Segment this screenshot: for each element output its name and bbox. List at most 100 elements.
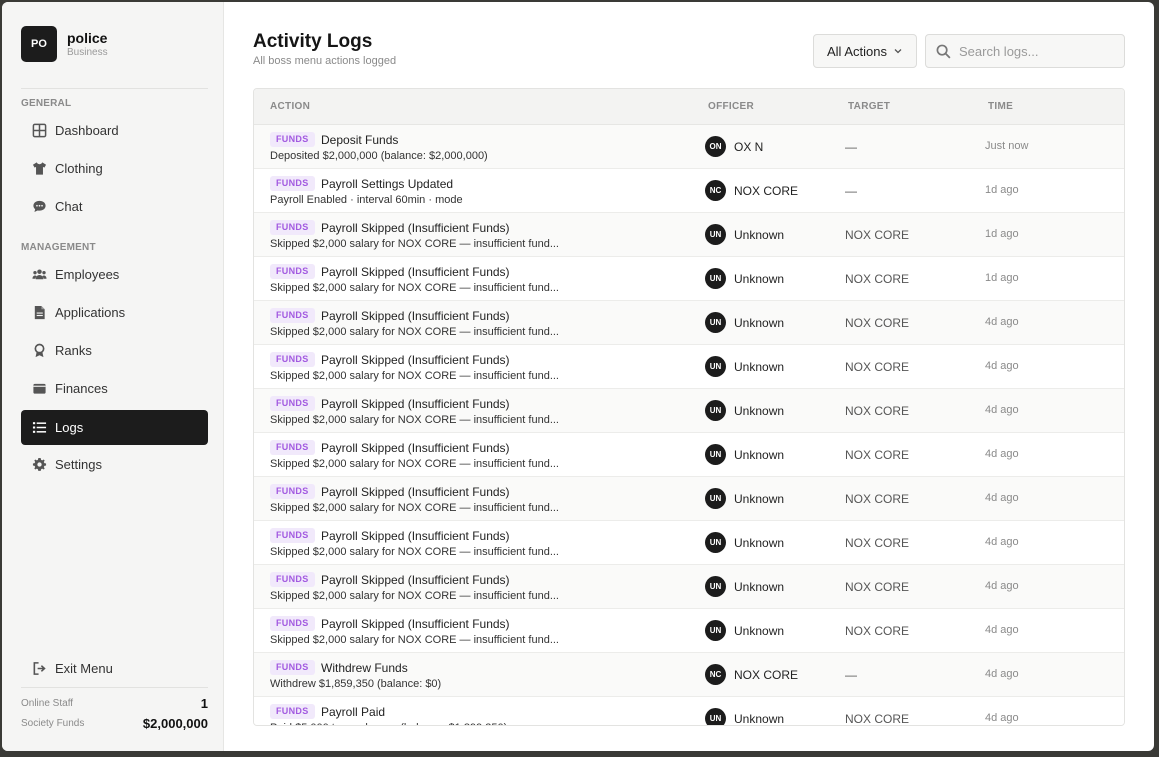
divider [21,687,208,688]
avatar: UN [705,224,726,245]
page-title: Activity Logs [253,31,373,52]
target-cell: NOX CORE [845,580,910,594]
category-badge: FUNDS [270,484,315,499]
online-staff-label: Online Staff [21,698,74,709]
category-badge: FUNDS [270,396,315,411]
category-badge: FUNDS [270,572,315,587]
officer-cell: ON OX N [705,136,763,157]
category-badge: FUNDS [270,528,315,543]
action-filter-dropdown[interactable]: All Actions [813,34,917,68]
action-description: Paid $5,000 to employees (balance: $1,89… [270,722,507,725]
table-row[interactable]: FUNDS Payroll Skipped (Insufficient Funds… [254,477,1124,521]
officer-name: Unknown [734,623,785,638]
officer-name: Unknown [734,491,785,506]
officer-name: NOX CORE [734,183,799,198]
officer-name: Unknown [734,315,785,330]
sidebar-item-chat[interactable]: Chat [21,189,208,224]
column-header-target: TARGET [848,101,891,112]
time-cell: 1d ago [985,228,1019,240]
officer-cell: NC NOX CORE [705,664,798,685]
sidebar-item-dashboard[interactable]: Dashboard [21,113,208,148]
action-title: Payroll Paid [321,705,386,719]
time-cell: Just now [985,140,1029,152]
table-row[interactable]: FUNDS Payroll Skipped (Insufficient Funds… [254,257,1124,301]
officer-cell: UN Unknown [705,576,784,597]
officer-cell: UN Unknown [705,400,784,421]
time-cell: 4d ago [985,316,1019,328]
table-row[interactable]: FUNDS Payroll Skipped (Insufficient Funds… [254,301,1124,345]
table-row[interactable]: FUNDS Payroll Skipped (Insufficient Funds… [254,345,1124,389]
exit-icon [31,661,47,677]
officer-name: OX N [734,139,764,154]
table-row[interactable]: FUNDS Payroll Skipped (Insufficient Funds… [254,521,1124,565]
society-funds-stat: Society Funds $2,000,000 [21,716,208,731]
action-title: Payroll Settings Updated [321,177,454,191]
table-row[interactable]: FUNDS Withdrew Funds Withdrew $1,859,350 (… [254,653,1124,697]
time-cell: 1d ago [985,184,1019,196]
time-cell: 4d ago [985,492,1019,504]
officer-cell: UN Unknown [705,488,784,509]
sidebar-item-label: Ranks [55,343,92,358]
sidebar-item-ranks[interactable]: Ranks [21,333,208,368]
boss-menu-window: PO police Business GENERAL Dashboard Clo… [2,2,1154,751]
action-description: Skipped $2,000 salary for NOX CORE — ins… [270,502,559,514]
sidebar-item-applications[interactable]: Applications [21,295,208,330]
search-box[interactable] [925,34,1125,68]
officer-cell: UN Unknown [705,708,784,725]
action-description: Skipped $2,000 salary for NOX CORE — ins… [270,414,559,426]
exit-menu-button[interactable]: Exit Menu [21,651,208,686]
main-content: Activity Logs All boss menu actions logg… [224,2,1154,751]
table-row[interactable]: FUNDS Payroll Skipped (Insufficient Funds… [254,609,1124,653]
sidebar-item-label: Logs [55,420,84,435]
officer-name: NOX CORE [734,667,799,682]
time-cell: 4d ago [985,360,1019,372]
target-cell: NOX CORE [845,536,910,550]
sidebar: PO police Business GENERAL Dashboard Clo… [2,2,224,751]
action-description: Skipped $2,000 salary for NOX CORE — ins… [270,546,559,558]
divider [21,88,208,89]
sidebar-item-employees[interactable]: Employees [21,257,208,292]
sidebar-item-finances[interactable]: Finances [21,371,208,406]
gear-icon [31,457,47,473]
sidebar-item-label: Applications [55,305,126,320]
target-cell: NOX CORE [845,448,910,462]
officer-name: Unknown [734,447,785,462]
sidebar-item-label: Dashboard [55,123,119,138]
table-row[interactable]: FUNDS Payroll Skipped (Insufficient Funds… [254,433,1124,477]
sidebar-item-label: Finances [55,381,108,396]
sidebar-item-clothing[interactable]: Clothing [21,151,208,186]
avatar: UN [705,444,726,465]
target-cell: NOX CORE [845,272,910,286]
table-row[interactable]: FUNDS Payroll Settings Updated Payroll Ena… [254,169,1124,213]
action-title: Payroll Skipped (Insufficient Funds) [321,617,510,631]
category-badge: FUNDS [270,660,315,675]
society-funds-label: Society Funds [21,718,85,729]
table-body[interactable]: FUNDS Deposit Funds Deposited $2,000,000 (… [254,125,1124,725]
action-title: Payroll Skipped (Insufficient Funds) [321,265,510,279]
section-label-management: MANAGEMENT [21,242,96,253]
search-input[interactable] [959,43,1109,59]
table-row[interactable]: FUNDS Deposit Funds Deposited $2,000,000 (… [254,125,1124,169]
target-cell: — [845,668,857,682]
sidebar-item-logs[interactable]: Logs [21,410,208,445]
officer-name: Unknown [734,227,785,242]
action-title: Deposit Funds [321,133,399,147]
table-row[interactable]: FUNDS Payroll Skipped (Insufficient Funds… [254,389,1124,433]
target-cell: NOX CORE [845,712,910,725]
officer-name: Unknown [734,711,785,726]
table-row[interactable]: FUNDS Payroll Paid Paid $5,000 to employee… [254,697,1124,725]
column-header-action: ACTION [270,101,311,112]
section-label-general: GENERAL [21,98,72,109]
sidebar-item-settings[interactable]: Settings [21,447,208,482]
time-cell: 4d ago [985,668,1019,680]
target-cell: — [845,184,857,198]
table-row[interactable]: FUNDS Payroll Skipped (Insufficient Funds… [254,213,1124,257]
action-title: Payroll Skipped (Insufficient Funds) [321,309,510,323]
category-badge: FUNDS [270,264,315,279]
officer-cell: UN Unknown [705,312,784,333]
officer-name: Unknown [734,403,785,418]
target-cell: — [845,140,857,154]
target-cell: NOX CORE [845,360,910,374]
avatar: UN [705,708,726,725]
table-row[interactable]: FUNDS Payroll Skipped (Insufficient Funds… [254,565,1124,609]
